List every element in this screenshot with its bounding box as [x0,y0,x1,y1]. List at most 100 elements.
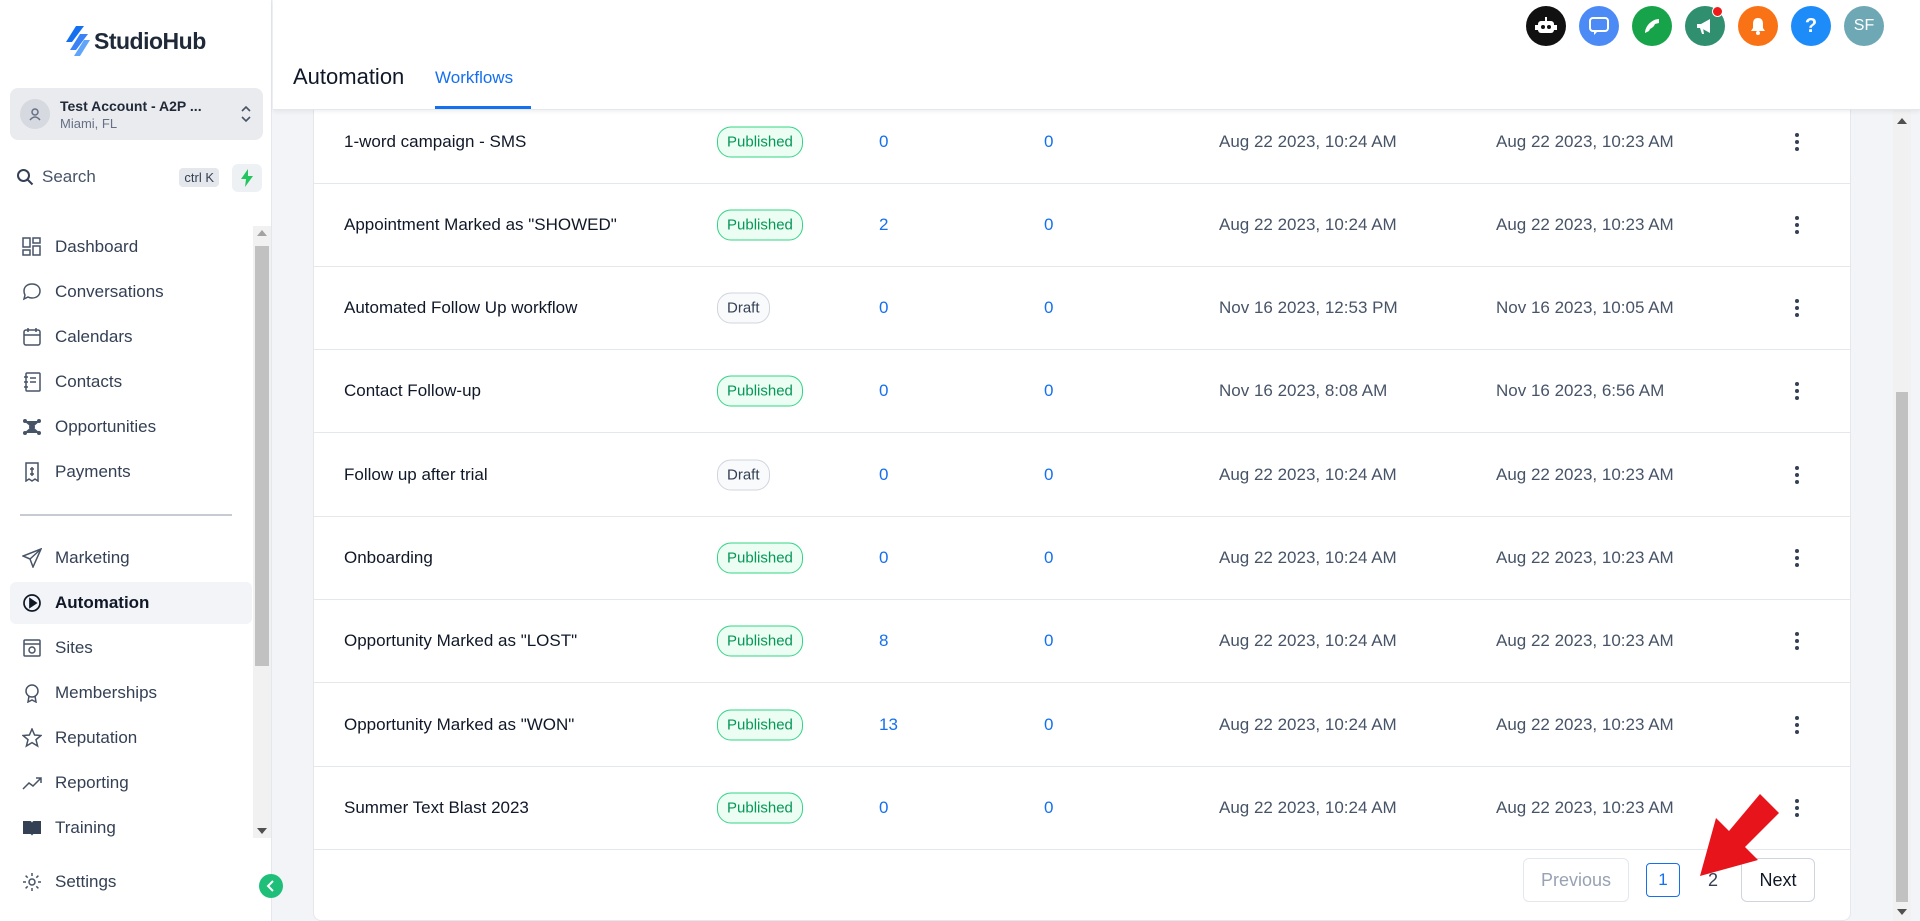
help-icon[interactable]: ? [1791,6,1831,46]
automation-icon [20,591,44,615]
more-options-icon[interactable] [1787,713,1807,737]
table-row[interactable]: Opportunity Marked as "LOST" Published 8… [314,600,1850,683]
last-updated: Aug 22 2023, 10:24 AM [1219,465,1397,484]
workflow-name[interactable]: Automated Follow Up workflow [344,298,577,318]
active-enrolled[interactable]: 0 [1044,215,1053,235]
search-icon [17,169,34,186]
more-options-icon[interactable] [1787,130,1807,154]
table-row[interactable]: Opportunity Marked as "WON" Published 13… [314,684,1850,767]
total-enrolled[interactable]: 0 [879,465,888,485]
sidebar-divider [20,514,232,516]
active-enrolled[interactable]: 0 [1044,132,1053,152]
workflow-name[interactable]: Opportunity Marked as "WON" [344,715,574,735]
scrollbar-thumb[interactable] [1896,392,1908,902]
more-options-icon[interactable] [1787,296,1807,320]
active-enrolled[interactable]: 0 [1044,298,1053,318]
total-enrolled[interactable]: 0 [879,298,888,318]
sidebar-item-automation[interactable]: Automation [10,582,252,624]
search-button[interactable]: Search ctrl K [10,161,225,193]
sidebar-item-conversations[interactable]: Conversations [10,271,252,313]
phone-icon[interactable] [1632,6,1672,46]
brand-logo[interactable]: StudioHub [66,26,206,56]
search-label: Search [42,167,96,186]
table-row[interactable]: Appointment Marked as "SHOWED" Published… [314,184,1850,267]
notification-dot [1712,6,1723,17]
sidebar-item-payments[interactable]: Payments [10,451,252,493]
sidebar-item-settings[interactable]: Settings [10,861,252,903]
active-enrolled[interactable]: 0 [1044,715,1053,735]
sidebar-item-training[interactable]: Training [10,807,252,849]
status-badge: Draft [717,292,770,324]
sidebar-item-reporting[interactable]: Reporting [10,762,252,804]
table-row[interactable]: Summer Text Blast 2023 Published 0 0 Aug… [314,767,1850,850]
total-enrolled[interactable]: 8 [879,631,888,651]
created-on: Aug 22 2023, 10:23 AM [1496,548,1674,567]
scroll-down-arrow-icon[interactable] [1897,909,1907,915]
sidebar-item-sites[interactable]: Sites [10,627,252,669]
user-avatar[interactable]: SF [1844,6,1884,46]
bell-icon[interactable] [1738,6,1778,46]
more-options-icon[interactable] [1787,379,1807,403]
megaphone-icon[interactable] [1685,6,1725,46]
previous-page-button[interactable]: Previous [1523,858,1629,902]
active-enrolled[interactable]: 0 [1044,465,1053,485]
sidebar-item-dashboard[interactable]: Dashboard [10,226,252,268]
total-enrolled[interactable]: 0 [879,798,888,818]
sidebar-item-marketing[interactable]: Marketing [10,537,252,579]
tab-workflows[interactable]: Workflows [435,68,513,88]
robot-icon[interactable] [1526,6,1566,46]
sidebar-item-label: Conversations [55,282,164,301]
more-options-icon[interactable] [1787,629,1807,653]
workflow-name[interactable]: Opportunity Marked as "LOST" [344,631,577,651]
last-updated: Aug 22 2023, 10:24 AM [1219,631,1397,650]
total-enrolled[interactable]: 0 [879,132,888,152]
workflow-name[interactable]: 1-word campaign - SMS [344,132,526,152]
more-options-icon[interactable] [1787,546,1807,570]
more-options-icon[interactable] [1787,213,1807,237]
more-options-icon[interactable] [1787,463,1807,487]
workflow-name[interactable]: Onboarding [344,548,433,568]
scroll-up-arrow-icon[interactable] [1897,118,1907,124]
collapse-sidebar-button[interactable] [259,874,283,898]
total-enrolled[interactable]: 13 [879,715,898,735]
workflow-name[interactable]: Appointment Marked as "SHOWED" [344,215,617,235]
sidebar-item-opportunities[interactable]: Opportunities [10,406,252,448]
sidebar-scrollbar[interactable] [253,226,271,838]
workflow-name[interactable]: Follow up after trial [344,465,488,485]
table-row[interactable]: Follow up after trial Draft 0 0 Aug 22 2… [314,434,1850,517]
table-row[interactable]: 1-word campaign - SMS Published 0 0 Aug … [314,101,1850,184]
status-badge: Published [717,542,803,574]
active-enrolled[interactable]: 0 [1044,548,1053,568]
workflow-name[interactable]: Contact Follow-up [344,381,481,401]
table-row[interactable]: Contact Follow-up Published 0 0 Nov 16 2… [314,350,1850,433]
table-row[interactable]: Automated Follow Up workflow Draft 0 0 N… [314,267,1850,350]
chat-icon[interactable] [1579,6,1619,46]
more-options-icon[interactable] [1787,796,1807,820]
last-updated: Aug 22 2023, 10:24 AM [1219,132,1397,151]
book-icon [20,816,44,840]
sidebar-item-label: Automation [55,593,150,612]
account-switcher[interactable]: Test Account - A2P ... Miami, FL [10,88,263,140]
scroll-down-arrow-icon[interactable] [257,828,267,834]
sidebar-item-contacts[interactable]: Contacts [10,361,252,403]
quick-actions-button[interactable] [232,164,262,192]
scroll-up-arrow-icon[interactable] [257,230,267,236]
total-enrolled[interactable]: 0 [879,381,888,401]
header-actions: ? SF [1526,6,1884,46]
workflow-name[interactable]: Summer Text Blast 2023 [344,798,529,818]
total-enrolled[interactable]: 0 [879,548,888,568]
active-enrolled[interactable]: 0 [1044,631,1053,651]
created-on: Nov 16 2023, 10:05 AM [1496,298,1674,317]
sidebar-item-memberships[interactable]: Memberships [10,672,252,714]
scrollbar-thumb[interactable] [255,246,269,666]
total-enrolled[interactable]: 2 [879,215,888,235]
table-row[interactable]: Onboarding Published 0 0 Aug 22 2023, 10… [314,517,1850,600]
sidebar-item-reputation[interactable]: Reputation [10,717,252,759]
star-icon [20,726,44,750]
page-1-button[interactable]: 1 [1646,863,1680,897]
active-enrolled[interactable]: 0 [1044,798,1053,818]
main-scrollbar[interactable] [1893,110,1911,921]
calendar-icon [20,325,44,349]
active-enrolled[interactable]: 0 [1044,381,1053,401]
sidebar-item-calendars[interactable]: Calendars [10,316,252,358]
